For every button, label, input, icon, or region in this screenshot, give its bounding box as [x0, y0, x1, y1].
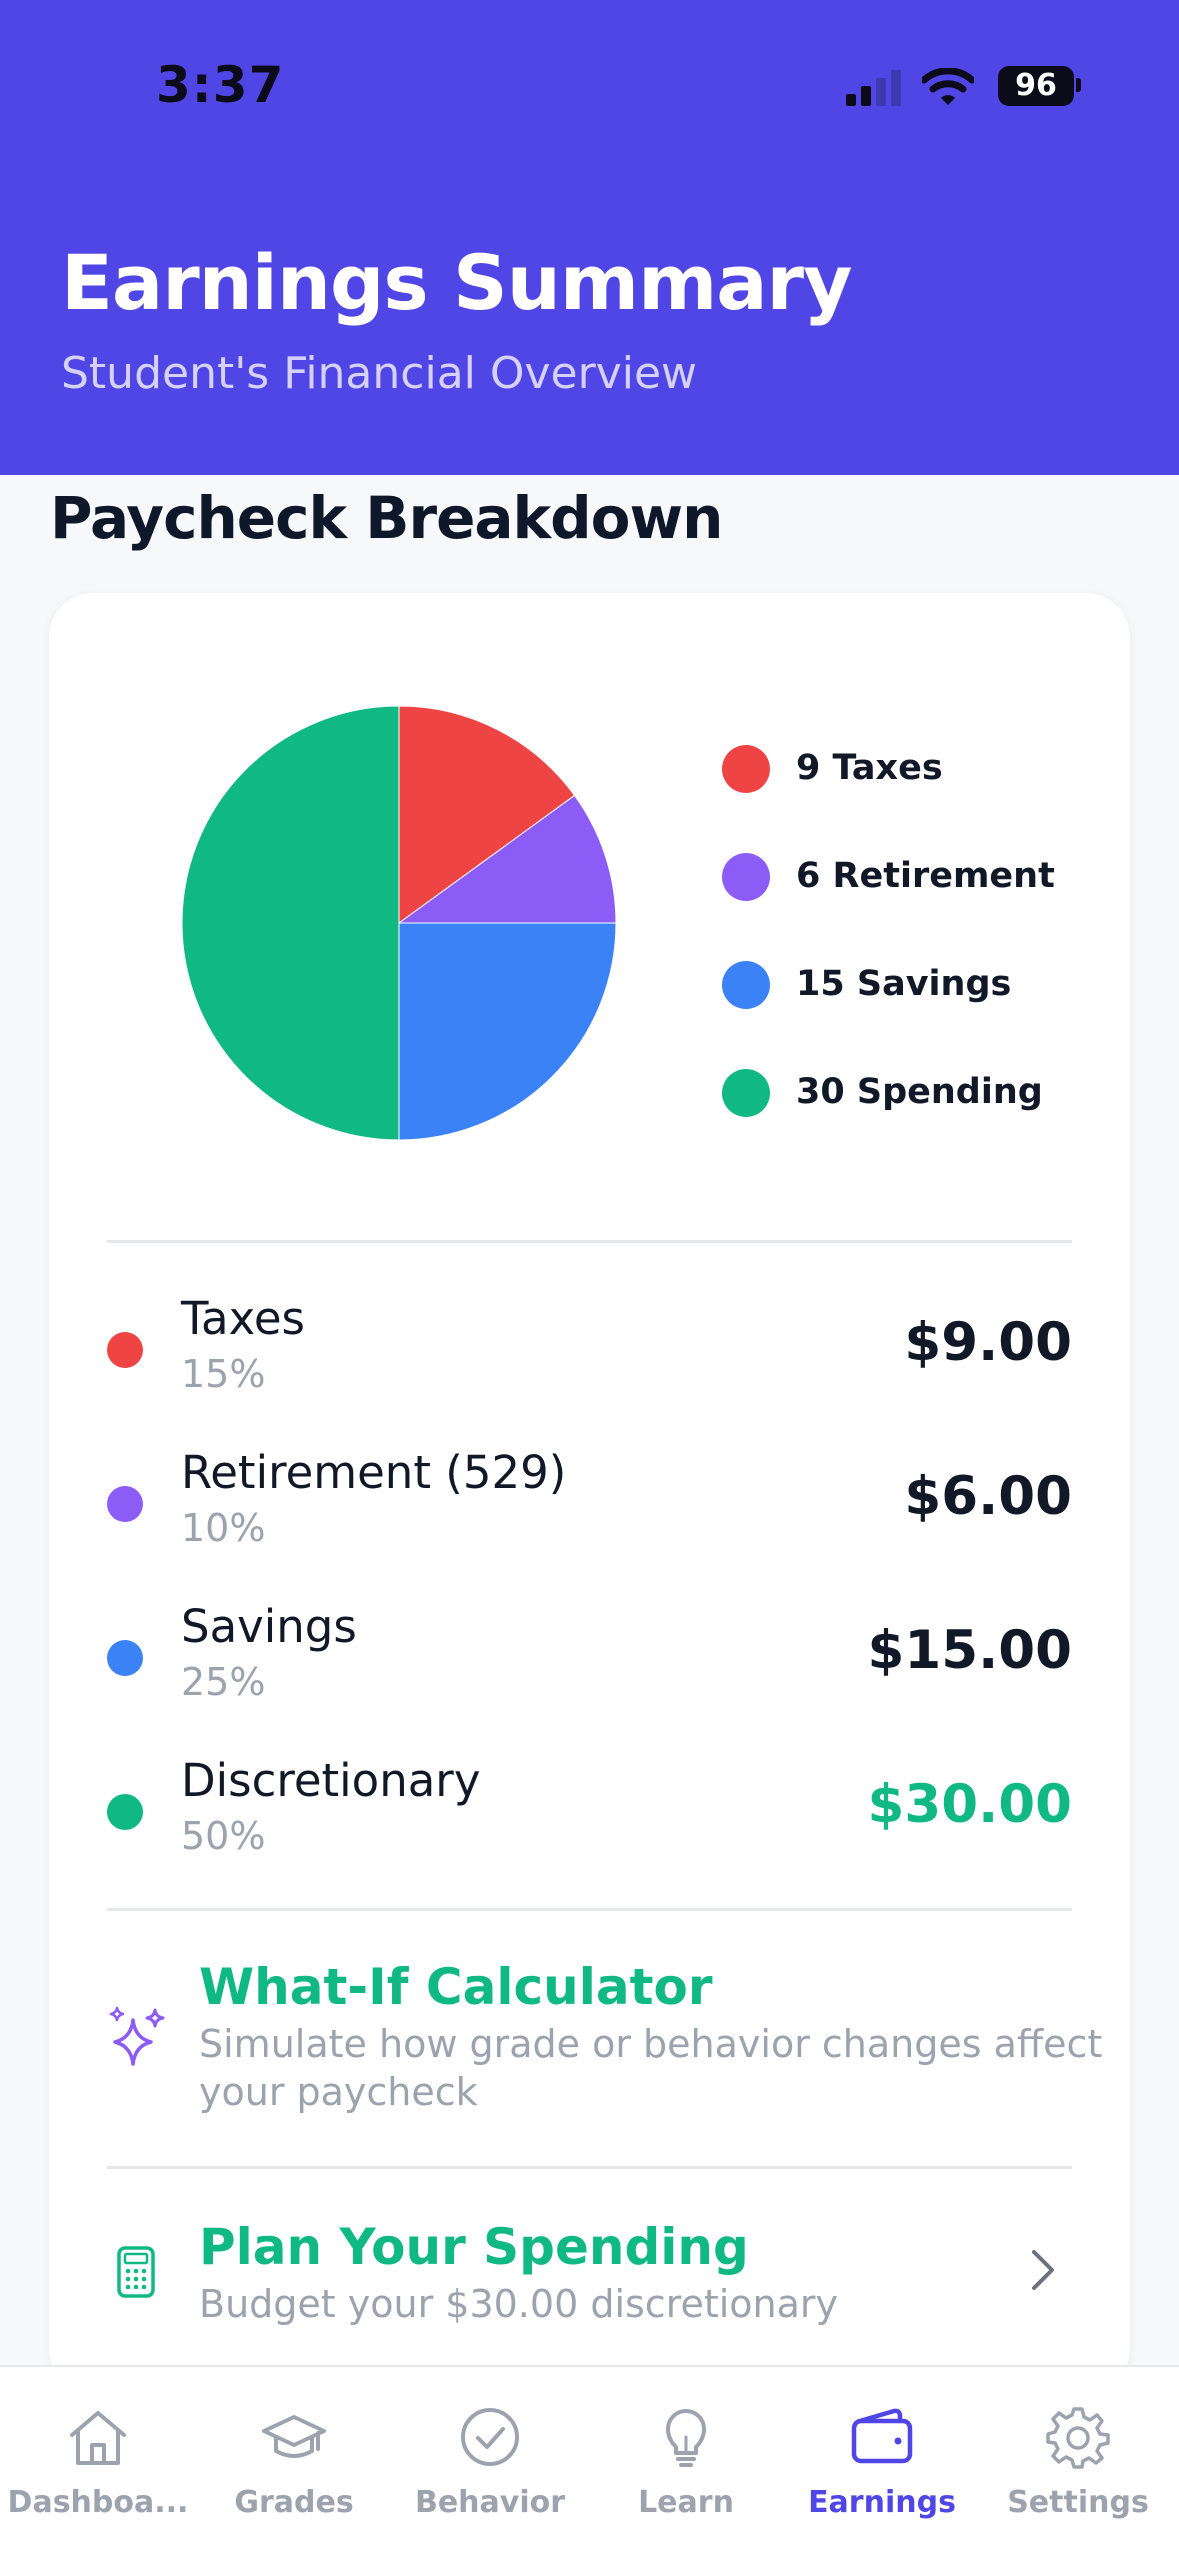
breakdown-row-taxes: Taxes 15% $9.00 [107, 1282, 1072, 1402]
breakdown-row-retirement: Retirement (529) 10% $6.00 [107, 1436, 1072, 1556]
row-percent: 10% [181, 1506, 266, 1550]
lightbulb-icon [666, 2409, 706, 2467]
gear-icon [1046, 2407, 1110, 2469]
tab-label: Grades [234, 2485, 354, 2520]
tab-label: Learn [638, 2485, 734, 2520]
what-if-description: Simulate how grade or behavior changes a… [199, 2022, 1103, 2114]
divider [107, 1908, 1072, 1911]
pie-slice-savings [398, 922, 616, 1140]
tab-settings[interactable]: Settings [980, 2367, 1176, 2556]
pie-slice-spending [182, 706, 400, 1140]
row-dot [107, 1640, 143, 1676]
chevron-right-icon[interactable] [1028, 2248, 1058, 2292]
legend-dot [722, 745, 770, 793]
plan-spending-button[interactable]: Plan Your Spending Budget your $30.00 di… [107, 2206, 1179, 2346]
what-if-title: What-If Calculator [199, 1958, 713, 2016]
status-time: 3:37 [156, 56, 285, 114]
divider [107, 1240, 1072, 1243]
tab-label: Earnings [808, 2485, 956, 2520]
tab-dashboard[interactable]: Dashboa... [0, 2367, 196, 2556]
plan-title: Plan Your Spending [199, 2218, 749, 2276]
legend-label: 30 Spending [796, 1072, 1043, 1112]
pie-chart [182, 706, 616, 1140]
tab-learn[interactable]: Learn [588, 2367, 784, 2556]
legend-dot [722, 1069, 770, 1117]
row-dot [107, 1794, 143, 1830]
page-title: Earnings Summary [61, 238, 853, 327]
tab-grades[interactable]: Grades [196, 2367, 392, 2556]
breakdown-row-discretionary: Discretionary 50% $30.00 [107, 1744, 1072, 1864]
legend-label: 6 Retirement [796, 856, 1055, 896]
tab-label: Settings [1007, 2485, 1149, 2520]
legend-label: 15 Savings [796, 964, 1012, 1004]
sparkles-icon [109, 2006, 165, 2066]
divider [107, 2166, 1072, 2169]
row-name: Savings [181, 1600, 357, 1653]
battery-tip [1076, 78, 1081, 92]
row-amount: $15.00 [867, 1620, 1072, 1681]
row-dot [107, 1332, 143, 1368]
tab-label: Dashboa... [7, 2485, 189, 2520]
tab-bar: Dashboa... Grades Behavior Learn Earning… [0, 2365, 1179, 2556]
row-dot [107, 1486, 143, 1522]
section-title: Paycheck Breakdown [50, 484, 723, 552]
status-icons: 96 [846, 64, 1086, 110]
home-icon [70, 2411, 126, 2465]
plan-description: Budget your $30.00 discretionary [199, 2282, 839, 2326]
row-percent: 25% [181, 1660, 266, 1704]
tab-behavior[interactable]: Behavior [392, 2367, 588, 2556]
breakdown-row-savings: Savings 25% $15.00 [107, 1590, 1072, 1710]
row-amount: $30.00 [867, 1774, 1072, 1835]
row-name: Taxes [181, 1292, 305, 1345]
legend-dot [722, 961, 770, 1009]
row-percent: 15% [181, 1352, 266, 1396]
legend-dot [722, 853, 770, 901]
what-if-calculator-button[interactable]: What-If Calculator Simulate how grade or… [107, 1950, 1179, 2130]
wifi-icon [922, 68, 974, 105]
row-name: Discretionary [181, 1754, 481, 1807]
graduation-cap-icon [262, 2415, 326, 2458]
page-subtitle: Student's Financial Overview [61, 348, 698, 399]
check-circle-icon [461, 2408, 519, 2466]
tab-earnings[interactable]: Earnings [784, 2367, 980, 2556]
legend-label: 9 Taxes [796, 748, 943, 788]
tab-label: Behavior [414, 2485, 566, 2520]
row-amount: $6.00 [904, 1466, 1072, 1527]
header: 3:37 96 Earnings Summary Student's Finan… [0, 0, 1179, 475]
signal-icon [846, 70, 901, 106]
row-name: Retirement (529) [181, 1446, 567, 1499]
calculator-icon [117, 2246, 155, 2298]
wallet-icon [851, 2408, 913, 2464]
battery-icon: 96 [998, 66, 1074, 106]
row-amount: $9.00 [904, 1312, 1072, 1373]
row-percent: 50% [181, 1814, 266, 1858]
